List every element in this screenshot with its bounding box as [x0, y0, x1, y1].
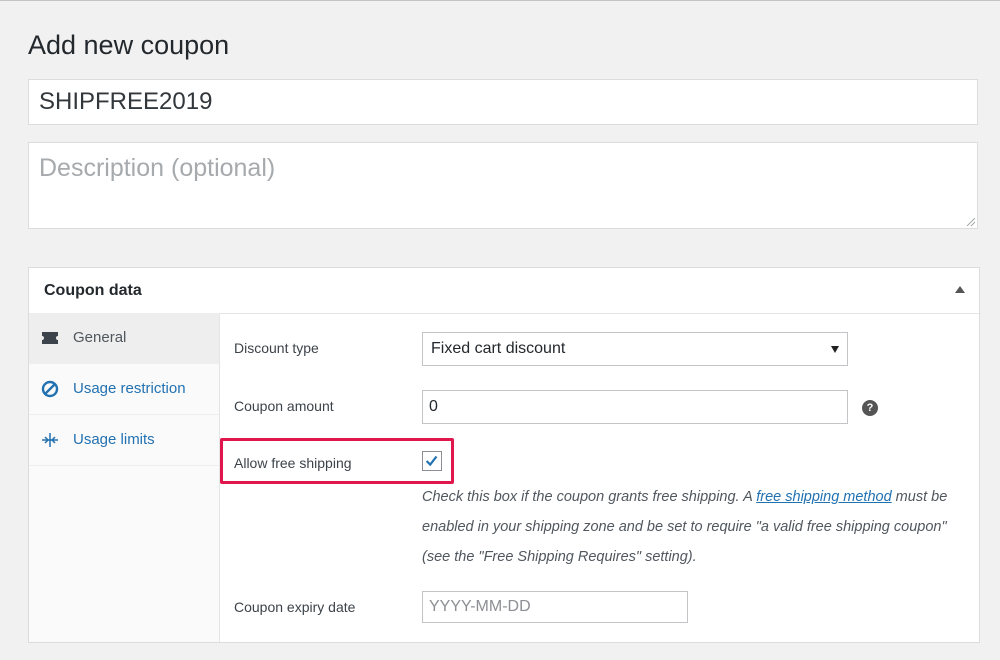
resize-grip-icon[interactable]: [967, 218, 975, 226]
description-text-start: Check this box if the coupon grants free…: [422, 489, 757, 505]
tab-general[interactable]: General: [29, 313, 219, 364]
tab-usage-limits[interactable]: Usage limits: [29, 415, 219, 466]
free-shipping-description: Check this box if the coupon grants free…: [422, 482, 962, 572]
free-shipping-label: Allow free shipping: [234, 455, 352, 471]
page-title: Add new coupon: [28, 30, 230, 60]
panel-title: Coupon data: [44, 282, 142, 299]
free-shipping-checkbox[interactable]: [422, 451, 442, 471]
tab-usage-restriction[interactable]: Usage restriction: [29, 364, 219, 415]
help-question-icon[interactable]: ?: [862, 400, 878, 416]
coupon-tabs: General Usage restriction Usage limits: [29, 313, 220, 642]
collapse-arrow-icon[interactable]: [955, 286, 965, 293]
tab-usage-limits-label: Usage limits: [73, 431, 155, 448]
dropdown-caret-icon: [831, 346, 839, 353]
no-entry-icon: [41, 380, 59, 398]
checkmark-icon: [425, 455, 438, 467]
discount-type-value: Fixed cart discount: [431, 340, 566, 357]
discount-type-select[interactable]: Fixed cart discount: [422, 332, 848, 366]
ticket-icon: [42, 332, 58, 344]
description-placeholder: Description (optional): [39, 154, 276, 182]
expiry-date-input[interactable]: YYYY-MM-DD: [422, 591, 688, 623]
coupon-code-input[interactable]: SHIPFREE2019: [28, 79, 978, 125]
top-divider: [0, 0, 1000, 1]
free-shipping-method-link[interactable]: free shipping method: [756, 489, 891, 505]
tab-usage-restriction-label: Usage restriction: [73, 380, 186, 397]
limits-icon: [42, 433, 58, 447]
panel-header: Coupon data: [29, 268, 979, 314]
description-textarea[interactable]: Description (optional): [28, 142, 978, 229]
coupon-data-panel: Coupon data General Usage restriction Us: [28, 267, 980, 643]
coupon-amount-label: Coupon amount: [234, 398, 334, 414]
expiry-date-label: Coupon expiry date: [234, 599, 356, 615]
coupon-amount-input[interactable]: 0: [422, 390, 848, 424]
tab-general-label: General: [73, 329, 127, 346]
discount-type-label: Discount type: [234, 340, 319, 356]
